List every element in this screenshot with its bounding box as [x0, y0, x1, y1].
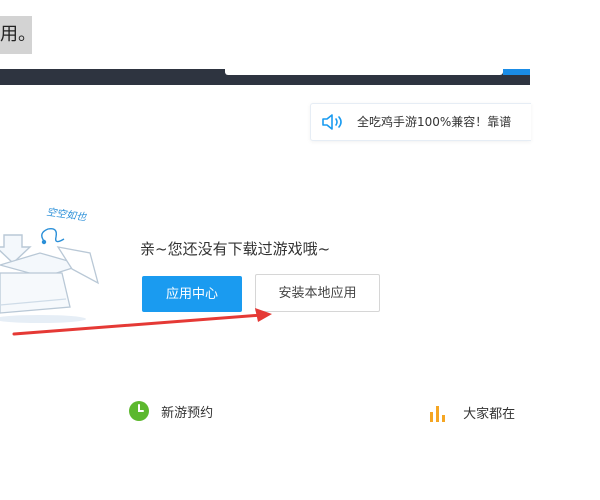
notice-text: 全吃鸡手游100%兼容！靠谱	[357, 115, 512, 129]
notice-banner[interactable]: 全吃鸡手游100%兼容！靠谱	[310, 103, 531, 141]
new-games-label: 新游预约	[161, 405, 214, 421]
top-bar	[0, 69, 530, 85]
search-button[interactable]	[503, 69, 530, 75]
clock-icon	[129, 401, 149, 421]
app-window: 用。 全吃鸡手游100%兼容！靠谱 空空如也 亲~您还没有下载过游戏哦~ 应用中…	[0, 0, 600, 500]
caption-text: 用。	[0, 16, 32, 54]
illustration-caption: 空空如也	[46, 206, 88, 224]
search-box[interactable]	[225, 69, 503, 75]
speaker-icon	[322, 114, 342, 130]
empty-state-message: 亲~您还没有下载过游戏哦~	[140, 240, 331, 258]
popular-label: 大家都在	[463, 407, 516, 422]
bar-chart-icon	[430, 405, 445, 422]
popular-section[interactable]: 大家都在	[428, 402, 530, 422]
red-arrow-annotation	[12, 308, 272, 336]
new-games-section[interactable]: 新游预约	[128, 400, 213, 422]
